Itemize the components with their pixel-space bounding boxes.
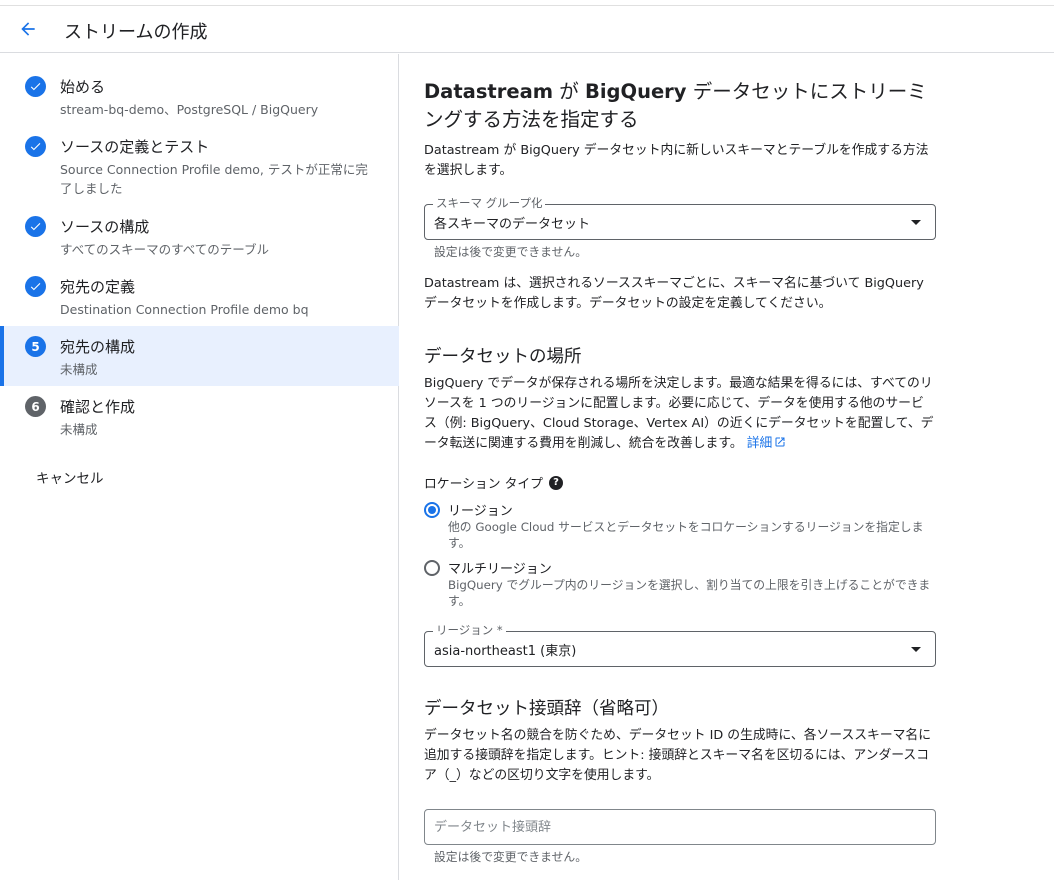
step-subtitle: stream-bq-demo、PostgreSQL / BigQuery bbox=[60, 102, 319, 117]
step-number-badge: 5 bbox=[25, 336, 46, 357]
heading-text: が bbox=[553, 80, 585, 103]
field-label: リージョン * bbox=[433, 623, 506, 637]
step-title: 宛先の定義 bbox=[60, 278, 136, 296]
step-title: ソースの定義とテスト bbox=[60, 138, 210, 156]
radio-button[interactable] bbox=[424, 560, 440, 576]
field-hint: 設定は後で変更できません。 bbox=[434, 850, 588, 864]
step-define-source[interactable]: ソースの定義とテスト Source Connection Profile dem… bbox=[0, 126, 399, 206]
heading-product-name: Datastream bbox=[424, 80, 554, 103]
step-subtitle: すべてのスキーマのすべてのテーブル bbox=[60, 242, 270, 257]
radio-description: 他の Google Cloud サービスとデータセットをコロケーションするリージ… bbox=[448, 520, 924, 550]
page-header: ストリームの作成 bbox=[0, 6, 1054, 53]
location-description-text: BigQuery でデータが保存される場所を決定します。最適な結果を得るには、す… bbox=[424, 376, 934, 451]
caret-down-icon bbox=[911, 647, 921, 652]
page-title: ストリームの作成 bbox=[64, 22, 208, 43]
region-select[interactable]: リージョン * asia-northeast1 (東京) bbox=[424, 623, 936, 667]
learn-more-link[interactable]: 詳細 bbox=[747, 436, 787, 451]
location-description: BigQuery でデータが保存される場所を決定します。最適な結果を得るには、す… bbox=[424, 374, 936, 454]
step-title: 宛先の構成 bbox=[60, 338, 136, 356]
step-review-create[interactable]: 6 確認と作成 未構成 bbox=[0, 386, 399, 446]
prefix-description: データセット名の競合を防ぐため、データセット ID の生成時に、各ソーススキーマ… bbox=[424, 728, 932, 783]
help-icon[interactable]: ? bbox=[548, 475, 563, 490]
step-title: 確認と作成 bbox=[60, 398, 136, 416]
field-hint: 設定は後で変更できません。 bbox=[434, 245, 588, 259]
open-in-new-icon bbox=[775, 437, 785, 447]
step-subtitle: 未構成 bbox=[60, 422, 98, 437]
check-icon bbox=[25, 76, 46, 97]
step-configure-source[interactable]: ソースの構成 すべてのスキーマのすべてのテーブル bbox=[0, 206, 399, 266]
step-define-destination[interactable]: 宛先の定義 Destination Connection Profile dem… bbox=[0, 266, 399, 326]
radio-label: マルチリージョン bbox=[448, 562, 552, 577]
step-number-badge: 6 bbox=[25, 396, 46, 417]
location-heading: データセットの場所 bbox=[424, 347, 582, 367]
check-icon bbox=[25, 276, 46, 297]
field-label: スキーマ グループ化 bbox=[433, 196, 546, 210]
step-get-started[interactable]: 始める stream-bq-demo、PostgreSQL / BigQuery bbox=[0, 66, 399, 126]
back-button[interactable] bbox=[14, 17, 42, 41]
radio-description: BigQuery でグループ内のリージョンを選択し、割り当ての上限を引き上げるこ… bbox=[448, 578, 931, 608]
select-value: 各スキーマのデータセット bbox=[434, 217, 591, 232]
label-text: ロケーション タイプ bbox=[424, 477, 543, 492]
schema-grouping-select[interactable]: スキーマ グループ化 各スキーマのデータセット bbox=[424, 196, 936, 240]
stepper-sidebar: 始める stream-bq-demo、PostgreSQL / BigQuery… bbox=[0, 54, 399, 880]
step-title: 始める bbox=[60, 78, 106, 96]
step-title: ソースの構成 bbox=[60, 218, 150, 236]
arrow-left-icon bbox=[21, 22, 35, 36]
radio-button[interactable] bbox=[424, 502, 440, 518]
step-subtitle: Source Connection Profile demo, テストが正常に完… bbox=[60, 162, 368, 196]
heading-description: Datastream が BigQuery データセット内に新しいスキーマとテー… bbox=[424, 143, 929, 178]
location-type-label: ロケーション タイプ ? bbox=[424, 473, 563, 492]
check-icon bbox=[25, 216, 46, 237]
heading-product-name: BigQuery bbox=[584, 80, 687, 103]
check-icon bbox=[25, 136, 46, 157]
radio-label: リージョン bbox=[448, 504, 513, 519]
prefix-heading: データセット接頭辞（省略可） bbox=[424, 699, 669, 719]
select-value: asia-northeast1 (東京) bbox=[434, 644, 577, 659]
link-text: 詳細 bbox=[746, 436, 773, 451]
caret-down-icon bbox=[911, 220, 921, 225]
cancel-button[interactable]: キャンセル bbox=[36, 467, 104, 487]
step-subtitle: Destination Connection Profile demo bq bbox=[60, 302, 309, 317]
section-heading: Datastream が BigQuery データセットにストリーミングする方法… bbox=[424, 78, 934, 134]
step-subtitle: 未構成 bbox=[60, 362, 98, 377]
dataset-prefix-input[interactable] bbox=[424, 809, 936, 845]
step-configure-destination[interactable]: 5 宛先の構成 未構成 bbox=[0, 326, 399, 386]
schema-description: Datastream は、選択されるソーススキーマごとに、スキーマ名に基づいて … bbox=[424, 276, 924, 311]
radio-region[interactable]: リージョン 他の Google Cloud サービスとデータセットをコロケーショ… bbox=[424, 500, 936, 550]
radio-multi-region[interactable]: マルチリージョン BigQuery でグループ内のリージョンを選択し、割り当ての… bbox=[424, 558, 936, 608]
